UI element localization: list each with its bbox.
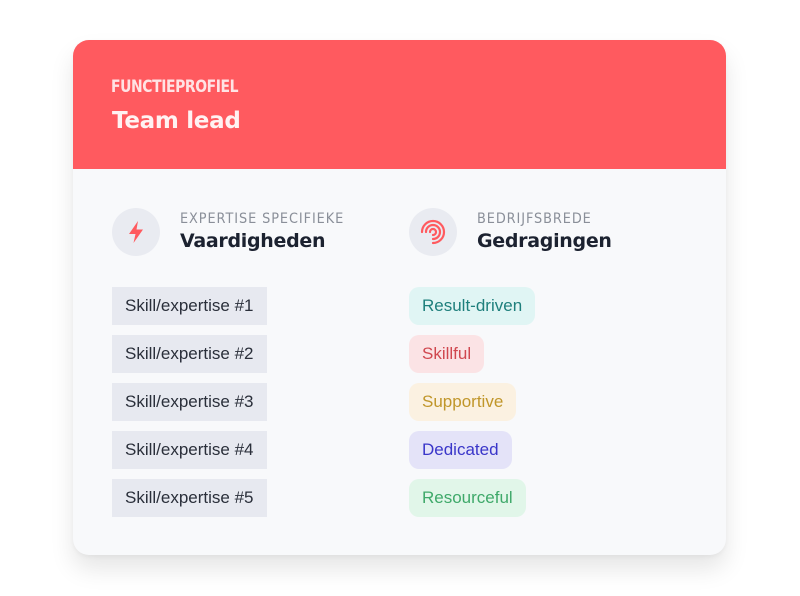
skill-item: Skill/expertise #5 [112,479,267,517]
skills-column-header: EXPERTISE SPECIFIEKE Vaardigheden [112,207,358,257]
card-header: FUNCTIEPROFIEL Team lead [73,40,726,169]
skills-column-title: Vaardigheden [180,230,326,252]
behaviors-column-subtitle: BEDRIJFSBREDE [477,211,592,227]
skill-item: Skill/expertise #1 [112,287,267,325]
lightning-bolt-icon [112,208,160,256]
job-profile-card: FUNCTIEPROFIEL Team lead EXPERTISE SPECI… [73,40,726,555]
skill-item: Skill/expertise #3 [112,383,267,421]
behavior-tag: Result-driven [409,287,536,325]
skill-item: Skill/expertise #2 [112,335,267,373]
behavior-tag: Skillful [409,335,485,373]
header-title: Team lead [112,108,241,134]
behavior-tag: Resourceful [409,479,526,517]
skills-column-subtitle: EXPERTISE SPECIFIEKE [180,211,345,227]
skills-column: EXPERTISE SPECIFIEKE Vaardigheden Skill/… [112,207,358,527]
concentric-arcs-icon [409,208,457,256]
behaviors-column-title: Gedragingen [477,230,612,252]
skills-list: Skill/expertise #1 Skill/expertise #2 Sk… [112,287,358,527]
header-eyebrow: FUNCTIEPROFIEL [111,77,239,97]
behaviors-column: BEDRIJFSBREDE Gedragingen Result-driven … [409,207,612,527]
behavior-tag: Supportive [409,383,517,421]
skill-item: Skill/expertise #4 [112,431,267,469]
behaviors-column-header: BEDRIJFSBREDE Gedragingen [409,207,612,257]
behaviors-list: Result-driven Skillful Supportive Dedica… [409,287,612,527]
behavior-tag: Dedicated [409,431,512,469]
